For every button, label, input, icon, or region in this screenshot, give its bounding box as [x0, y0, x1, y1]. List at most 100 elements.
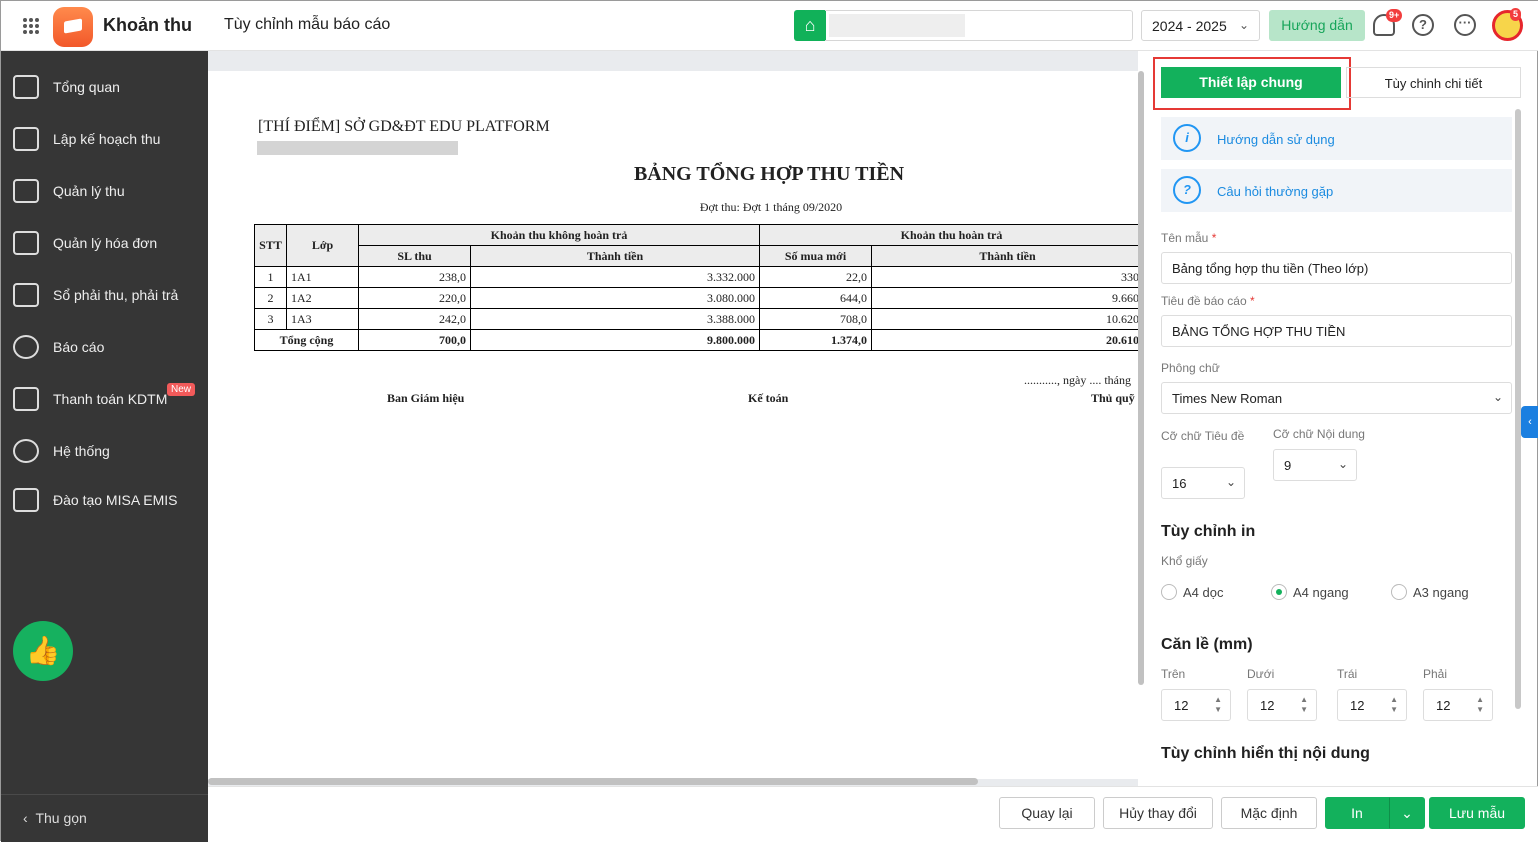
margin-right-stepper[interactable]: 12 ▲ ▼	[1423, 689, 1493, 721]
margin-top-stepper[interactable]: 12 ▲ ▼	[1161, 689, 1231, 721]
save-template-button[interactable]: Lưu mẫu	[1429, 797, 1525, 829]
table-row: 2 1A2 220,0 3.080.000 644,0 9.660	[254, 287, 1138, 309]
title-size-select[interactable]: 16 ⌄	[1161, 467, 1245, 499]
cell: 9.660	[871, 287, 1138, 309]
sidebar-item-plan[interactable]: Lập kế hoạch thu	[1, 113, 208, 165]
sidebar-item-system[interactable]: Hệ thống	[1, 425, 208, 477]
sidebar-item-label: Hệ thống	[53, 443, 110, 459]
cell: 3	[254, 308, 287, 330]
report-org: [THÍ ĐIỂM] SỞ GD&ĐT EDU PLATFORM	[258, 118, 550, 135]
chevron-left-icon[interactable]: ‹	[1521, 406, 1538, 438]
cell: 700,0	[358, 329, 471, 351]
header-sl-thu: SL thu	[358, 245, 471, 267]
margin-label: Dưới	[1247, 667, 1275, 681]
report-title-input[interactable]: BẢNG TỔNG HỢP THU TIỀN	[1161, 315, 1512, 347]
font-value: Times New Roman	[1172, 391, 1283, 406]
more-icon[interactable]: ···	[1454, 14, 1476, 36]
margin-bottom-stepper[interactable]: 12 ▲ ▼	[1247, 689, 1317, 721]
margin-left-stepper[interactable]: 12 ▲ ▼	[1337, 689, 1407, 721]
app-grid-icon[interactable]	[23, 18, 39, 34]
help-icon[interactable]: ?	[1412, 14, 1434, 36]
header-stt: STT	[254, 224, 287, 267]
sidebar-item-label: Đào tạo MISA EMIS	[53, 492, 178, 508]
table-row: 3 1A3 242,0 3.388.000 708,0 10.620	[254, 308, 1138, 330]
vertical-scrollbar[interactable]	[1138, 71, 1144, 685]
new-badge: New	[167, 383, 196, 396]
date-line: ..........., ngày .... tháng	[1024, 373, 1131, 387]
cell: 1.374,0	[759, 329, 872, 351]
school-selector[interactable]	[825, 10, 1133, 41]
sidebar-item-ledger[interactable]: Sổ phải thu, phải trả	[1, 269, 208, 321]
sidebar-item-label: Báo cáo	[53, 339, 105, 355]
radio-a3-landscape[interactable]: A3 ngang	[1391, 584, 1469, 600]
year-value: 2024 - 2025	[1152, 18, 1227, 34]
collapse-button[interactable]: ‹ Thu gọn	[1, 794, 208, 826]
default-button[interactable]: Mặc định	[1221, 797, 1317, 829]
sidebar-item-invoice[interactable]: Quản lý hóa đơn	[1, 217, 208, 269]
question-icon: ?	[1173, 176, 1201, 204]
radio-a4-portrait[interactable]: A4 dọc	[1161, 584, 1223, 600]
report-preview: [THÍ ĐIỂM] SỞ GD&ĐT EDU PLATFORM BẢNG TỔ…	[208, 51, 1138, 786]
header-class: Lớp	[286, 224, 359, 267]
chevron-down-icon: ⌄	[1225, 475, 1236, 489]
money-hand-icon	[13, 179, 39, 203]
blurred-address	[257, 141, 458, 155]
sidebar-item-training[interactable]: Đào tạo MISA EMIS	[1, 474, 208, 526]
report-title-label: Tiêu đề báo cáo *	[1161, 294, 1255, 308]
header-group1: Khoản thu không hoàn trả	[358, 224, 760, 246]
discard-button[interactable]: Hủy thay đổi	[1103, 797, 1213, 829]
sidebar-item-overview[interactable]: Tổng quan	[1, 61, 208, 113]
help-link[interactable]: i Hướng dẫn sử dụng	[1161, 117, 1512, 160]
report-table: STT Lớp Khoản thu không hoàn trả Khoản thu …	[254, 224, 1138, 351]
report-period: Đợt thu: Đợt 1 tháng 09/2020	[699, 200, 843, 214]
sidebar-item-label: Sổ phải thu, phải trả	[53, 287, 179, 303]
ledger-icon	[13, 283, 39, 307]
table-row: 1 1A1 238,0 3.332.000 22,0 330	[254, 266, 1138, 288]
sidebar-item-label: Thanh toán KDTM	[53, 391, 168, 407]
cell: 3.388.000	[470, 308, 760, 330]
pie-chart-icon	[13, 335, 39, 359]
home-icon[interactable]: ⌂	[794, 10, 826, 41]
cell: 10.620	[871, 308, 1138, 330]
app-title: Khoản thu	[103, 15, 192, 35]
signer: Ban Giám hiệu	[387, 391, 465, 405]
print-dropdown-button[interactable]: ⌄	[1389, 797, 1425, 829]
top-bar: Khoản thu Tùy chỉnh mẫu báo cáo ⌂ 2024 -…	[1, 1, 1538, 51]
thumbs-up-icon[interactable]: 👍	[13, 621, 73, 681]
card-icon	[13, 387, 39, 411]
cell: 330	[871, 266, 1138, 288]
header-amount1: Thành tiền	[470, 245, 760, 267]
radio-a4-landscape[interactable]: A4 ngang	[1271, 584, 1349, 600]
cell: 22,0	[759, 266, 872, 288]
sidebar-item-payment[interactable]: Thanh toán KDTM New	[1, 373, 208, 425]
year-select[interactable]: 2024 - 2025 ⌄	[1141, 10, 1260, 41]
notification-badge: 9+	[1386, 9, 1403, 22]
back-button[interactable]: Quay lại	[999, 797, 1095, 829]
guide-button[interactable]: Hướng dẫn	[1269, 10, 1365, 41]
print-heading: Tùy chỉnh in	[1161, 523, 1256, 540]
sidebar-item-report[interactable]: Báo cáo	[1, 321, 208, 373]
print-button[interactable]: In	[1325, 797, 1389, 829]
sidebar-item-collect[interactable]: Quản lý thu	[1, 165, 208, 217]
cell: 1A1	[286, 266, 359, 288]
template-name-label: Tên mẫu *	[1161, 231, 1217, 245]
tab-detail[interactable]: Tùy chinh chi tiết	[1346, 67, 1521, 98]
footer-bar: Quay lại Hủy thay đổi Mặc định In ⌄ Lưu …	[208, 786, 1538, 842]
cell: 1	[254, 266, 287, 288]
title-size-value: 16	[1172, 476, 1187, 491]
font-label: Phông chữ	[1161, 361, 1220, 375]
cell: 1A2	[286, 287, 359, 309]
content-size-select[interactable]: 9 ⌄	[1273, 449, 1357, 481]
sidebar: Tổng quan Lập kế hoạch thu Quản lý thu Q…	[1, 51, 208, 842]
faq-label: Câu hỏi thường gặp	[1217, 184, 1334, 199]
margin-label: Trái	[1337, 667, 1358, 681]
horizontal-scrollbar[interactable]	[208, 778, 978, 785]
template-name-input[interactable]: Bảng tổng hợp thu tiền (Theo lớp)	[1161, 252, 1512, 284]
document-icon	[13, 231, 39, 255]
cell: 3.332.000	[470, 266, 760, 288]
signer: Kế toán	[748, 391, 789, 405]
font-select[interactable]: Times New Roman ⌄	[1161, 382, 1512, 414]
sidebar-item-label: Lập kế hoạch thu	[53, 131, 161, 147]
cell: 9.800.000	[470, 329, 760, 351]
faq-link[interactable]: ? Câu hỏi thường gặp	[1161, 169, 1512, 212]
